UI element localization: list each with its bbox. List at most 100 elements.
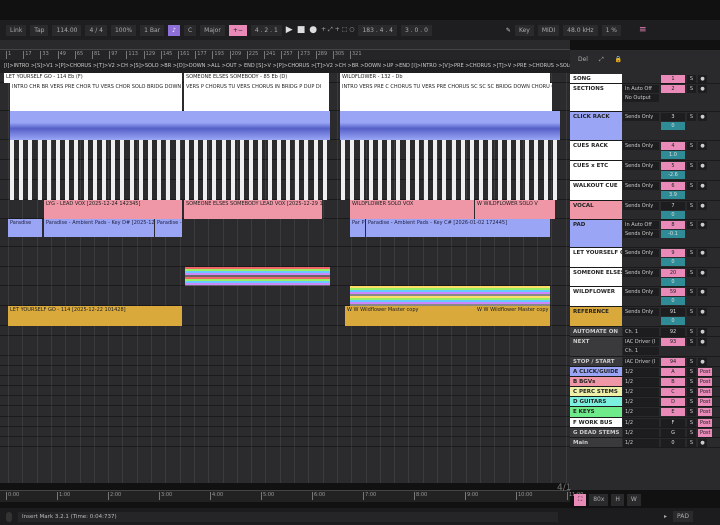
arm-button[interactable]: ●: [698, 85, 707, 93]
bar-ruler[interactable]: 1 17 33 49 65 81 97 113 129 145 161 177 193 209 225 241…: [0, 50, 570, 60]
arrangement-clip[interactable]: [322, 140, 327, 160]
arrangement-clip[interactable]: [184, 140, 189, 160]
arrangement-clip[interactable]: [28, 140, 33, 160]
monitor-post-button[interactable]: Post: [698, 398, 713, 406]
arrangement-clip[interactable]: [322, 180, 327, 200]
arrangement-clip[interactable]: [396, 180, 401, 200]
io-select[interactable]: 1/2: [623, 429, 659, 437]
track-activator[interactable]: C: [661, 388, 685, 396]
arrangement-clip[interactable]: [552, 140, 557, 160]
arrangement-clip[interactable]: [111, 140, 116, 160]
io-select[interactable]: Sends Only: [623, 202, 659, 210]
follow-button[interactable]: +−: [228, 24, 247, 36]
w-button[interactable]: W: [626, 494, 641, 506]
arrangement-clip[interactable]: [497, 180, 502, 200]
arrangement-clip[interactable]: [65, 140, 70, 160]
io-select[interactable]: No Output: [623, 94, 659, 102]
arrangement-clip[interactable]: [37, 160, 42, 180]
io-select[interactable]: 1/2: [623, 439, 659, 447]
solo-button[interactable]: S: [687, 288, 696, 296]
arrangement-clip[interactable]: [92, 180, 97, 200]
arrangement-clip[interactable]: [387, 180, 392, 200]
arrangement-clip[interactable]: [341, 160, 346, 180]
loop-start-field[interactable]: 183 . 4 . 4: [358, 24, 397, 36]
arrangement-clip[interactable]: [359, 140, 364, 160]
arrangement-clip[interactable]: [378, 160, 382, 180]
track-activator[interactable]: 92: [661, 328, 685, 336]
arrangement-clip[interactable]: [525, 180, 530, 200]
arrangement-clip[interactable]: [350, 286, 550, 306]
arm-button[interactable]: ●: [698, 328, 707, 336]
arrangement-clip[interactable]: [543, 180, 548, 200]
arrangement-clip[interactable]: [396, 140, 401, 160]
arrangement-clip[interactable]: [295, 180, 300, 200]
arm-button[interactable]: ●: [698, 358, 707, 366]
track-activator[interactable]: 20: [661, 269, 685, 277]
delete-button[interactable]: Del: [574, 54, 592, 66]
arrangement-clip[interactable]: [543, 140, 548, 160]
arrangement-clip[interactable]: [295, 140, 300, 160]
arrangement-clip[interactable]: [10, 111, 330, 140]
arrangement-clip[interactable]: [230, 160, 235, 180]
arrangement-clip[interactable]: [433, 160, 438, 180]
volume-field[interactable]: -2.6: [661, 171, 685, 179]
arrangement-clip[interactable]: Paradise - Ambient Pads - Key D# [2025-1…: [44, 219, 154, 237]
solo-button[interactable]: S: [687, 269, 696, 277]
arrangement-clip[interactable]: [442, 140, 447, 160]
arrangement-clip[interactable]: [460, 160, 465, 180]
arrangement-clip[interactable]: INTRO CHR BR VERS PRE CHOR TU VERS CHOR …: [10, 83, 182, 111]
arrangement-clip[interactable]: [28, 180, 33, 200]
arrangement-clip[interactable]: [534, 140, 539, 160]
volume-field[interactable]: 0: [661, 317, 685, 325]
solo-button[interactable]: S: [687, 358, 696, 366]
arrangement-clip[interactable]: [488, 160, 493, 180]
arrangement-clip[interactable]: [525, 160, 530, 180]
solo-button[interactable]: S: [687, 202, 696, 210]
arm-button[interactable]: ●: [698, 221, 707, 229]
arrangement-clip[interactable]: [304, 160, 309, 180]
arrangement-clip[interactable]: [258, 140, 263, 160]
arrangement-clip[interactable]: [368, 160, 373, 180]
solo-button[interactable]: S: [687, 388, 696, 396]
arrangement-clip[interactable]: [276, 180, 281, 200]
track-name[interactable]: WILDFLOWER: [570, 287, 622, 306]
track-name[interactable]: SOMEONE ELSES: [570, 268, 622, 286]
arrangement-clip[interactable]: [405, 140, 410, 160]
track-activator[interactable]: 59: [661, 288, 685, 296]
arm-button[interactable]: ●: [698, 142, 707, 150]
track-name[interactable]: SECTIONS: [570, 84, 622, 111]
arrangement-clip[interactable]: [19, 160, 24, 180]
arrangement-clip[interactable]: [203, 160, 208, 180]
arrangement-clip[interactable]: [184, 160, 189, 180]
arrangement-clip[interactable]: [46, 180, 51, 200]
io-select[interactable]: IAC Driver (I: [623, 338, 659, 346]
play-icon[interactable]: ▶: [286, 25, 293, 35]
arrangement-clip[interactable]: [516, 160, 520, 180]
monitor-post-button[interactable]: Post: [698, 419, 713, 427]
arrangement-clip[interactable]: [10, 160, 14, 180]
track-name[interactable]: F WORK BUS: [570, 418, 622, 427]
io-select[interactable]: Sends Only: [623, 113, 659, 121]
arrangement-clip[interactable]: [203, 140, 208, 160]
arrangement-clip[interactable]: [304, 180, 309, 200]
arrangement-clip[interactable]: [249, 180, 254, 200]
arrangement-clip[interactable]: [460, 140, 465, 160]
arm-button[interactable]: ●: [698, 439, 707, 447]
arrangement-clip[interactable]: [387, 140, 392, 160]
io-select[interactable]: Sends Only: [623, 230, 659, 238]
arrangement-clip[interactable]: [37, 180, 42, 200]
io-select[interactable]: 1/2: [623, 368, 659, 376]
arrangement-clip[interactable]: [350, 160, 355, 180]
arrangement-clip[interactable]: [350, 140, 355, 160]
arrangement-clip[interactable]: [65, 160, 70, 180]
arrangement-clip[interactable]: [138, 140, 143, 160]
track-name[interactable]: A CLICK/GUIDE: [570, 367, 622, 376]
zoom-fit-icon[interactable]: ⛶: [574, 494, 587, 506]
arrangement-clip[interactable]: [405, 160, 410, 180]
arrangement-clip[interactable]: [74, 140, 79, 160]
volume-field[interactable]: 0: [661, 297, 685, 305]
arrangement-clip[interactable]: [322, 160, 327, 180]
solo-button[interactable]: S: [687, 85, 696, 93]
lock-icon[interactable]: 🔒: [610, 54, 627, 66]
track-name[interactable]: C PERC STEMS: [570, 387, 622, 396]
